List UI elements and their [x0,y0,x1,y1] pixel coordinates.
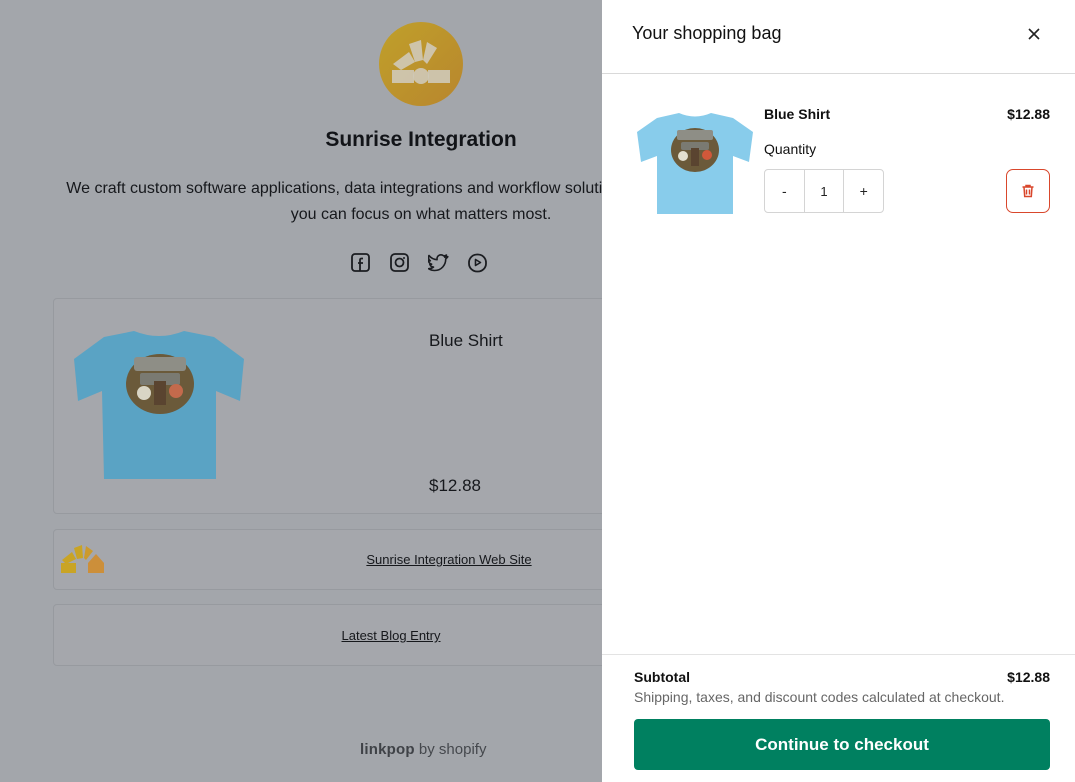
trash-icon [1022,184,1034,198]
facebook-icon[interactable] [350,252,371,274]
youtube-icon[interactable] [467,252,488,274]
product-name: Blue Shirt [429,331,503,350]
social-links [350,252,488,274]
checkout-note: Shipping, taxes, and discount codes calc… [634,689,1005,705]
quantity-value[interactable]: 1 [803,170,845,212]
shopping-bag-drawer: Your shopping bag Blue Shirt $12.88 Quan… [602,0,1075,782]
cart-item-price: $12.88 [1007,106,1050,122]
linkpop-logo: linkpop [360,741,415,758]
product-price: $12.88 [429,476,481,495]
drawer-footer: Subtotal $12.88 Shipping, taxes, and dis… [602,654,1075,782]
close-icon [1028,28,1040,40]
decrement-button[interactable]: - [765,170,804,212]
sunrise-logo-icon [392,40,450,84]
linkpop-footer[interactable]: linkpop by shopify [360,741,486,758]
quantity-label: Quantity [764,141,817,157]
continue-to-checkout-button[interactable]: Continue to checkout [634,719,1050,770]
drawer-title: Your shopping bag [632,23,782,43]
twitter-icon[interactable] [427,252,449,274]
by-shopify-text: by shopify [418,741,487,758]
remove-item-button[interactable] [1006,169,1050,213]
increment-button[interactable]: + [844,170,883,212]
subtotal-value: $12.88 [1007,669,1050,685]
blue-shirt-image [74,329,244,486]
cart-item-image [637,112,753,221]
cart-item-name: Blue Shirt [764,106,831,122]
subtotal-label: Subtotal [634,669,690,685]
drawer-header: Your shopping bag [602,0,1075,74]
brand-logo [379,22,463,106]
close-button[interactable] [1024,24,1044,44]
cart-item: Blue Shirt $12.88 Quantity - 1 + [602,74,1075,234]
instagram-icon[interactable] [389,252,410,274]
quantity-stepper: - 1 + [764,169,884,213]
